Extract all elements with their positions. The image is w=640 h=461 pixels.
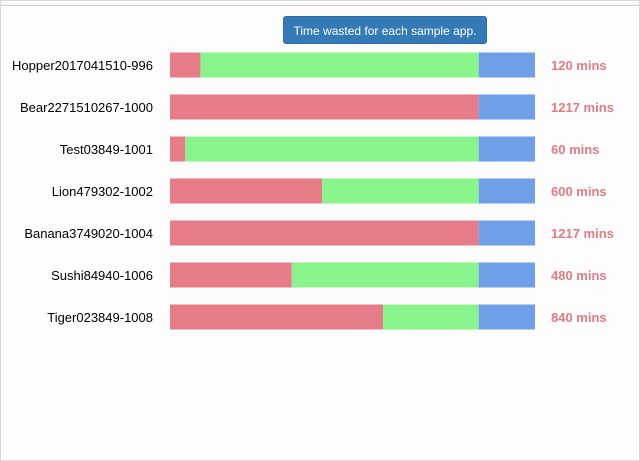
bar-segment-3 xyxy=(478,94,535,120)
bar-segment-2 xyxy=(383,304,479,330)
bar-segment-3 xyxy=(478,262,535,288)
bar-segment-2 xyxy=(200,52,479,78)
bar-segment-2 xyxy=(322,178,479,204)
category-label: Hopper2017041510-996 xyxy=(12,58,153,73)
category-label: Banana3749020-1004 xyxy=(24,226,153,241)
category-label: Bear2271510267-1000 xyxy=(20,100,153,115)
bar-segment-1 xyxy=(170,220,479,246)
total-label: 120 mins xyxy=(551,58,607,73)
bar-segment-1 xyxy=(170,304,384,330)
bar-segment-1 xyxy=(170,52,201,78)
total-label: 840 mins xyxy=(551,310,607,325)
total-label: 1217 mins xyxy=(551,226,614,241)
bar-segment-3 xyxy=(478,136,535,162)
bar-segment-3 xyxy=(478,52,535,78)
bar-layer xyxy=(170,52,535,330)
bar-segment-3 xyxy=(478,220,535,246)
category-label: Sushi84940-1006 xyxy=(51,268,153,283)
category-label: Test03849-1001 xyxy=(60,142,153,157)
bar-segment-1 xyxy=(170,94,479,120)
bar-segment-3 xyxy=(478,178,535,204)
bar-segment-1 xyxy=(170,136,186,162)
category-label: Lion479302-1002 xyxy=(52,184,153,199)
stacked-bar-chart: Hopper2017041510-996 120 mins Bear22715102… xyxy=(12,52,614,330)
total-label: 60 mins xyxy=(551,142,599,157)
bar-segment-1 xyxy=(170,262,292,288)
bar-segment-1 xyxy=(170,178,323,204)
category-label: Tiger023849-1008 xyxy=(47,310,153,325)
bar-segment-2 xyxy=(185,136,479,162)
bar-segment-2 xyxy=(291,262,479,288)
total-label: 1217 mins xyxy=(551,100,614,115)
total-label: 600 mins xyxy=(551,184,607,199)
bar-segment-3 xyxy=(478,304,535,330)
total-label: 480 mins xyxy=(551,268,607,283)
